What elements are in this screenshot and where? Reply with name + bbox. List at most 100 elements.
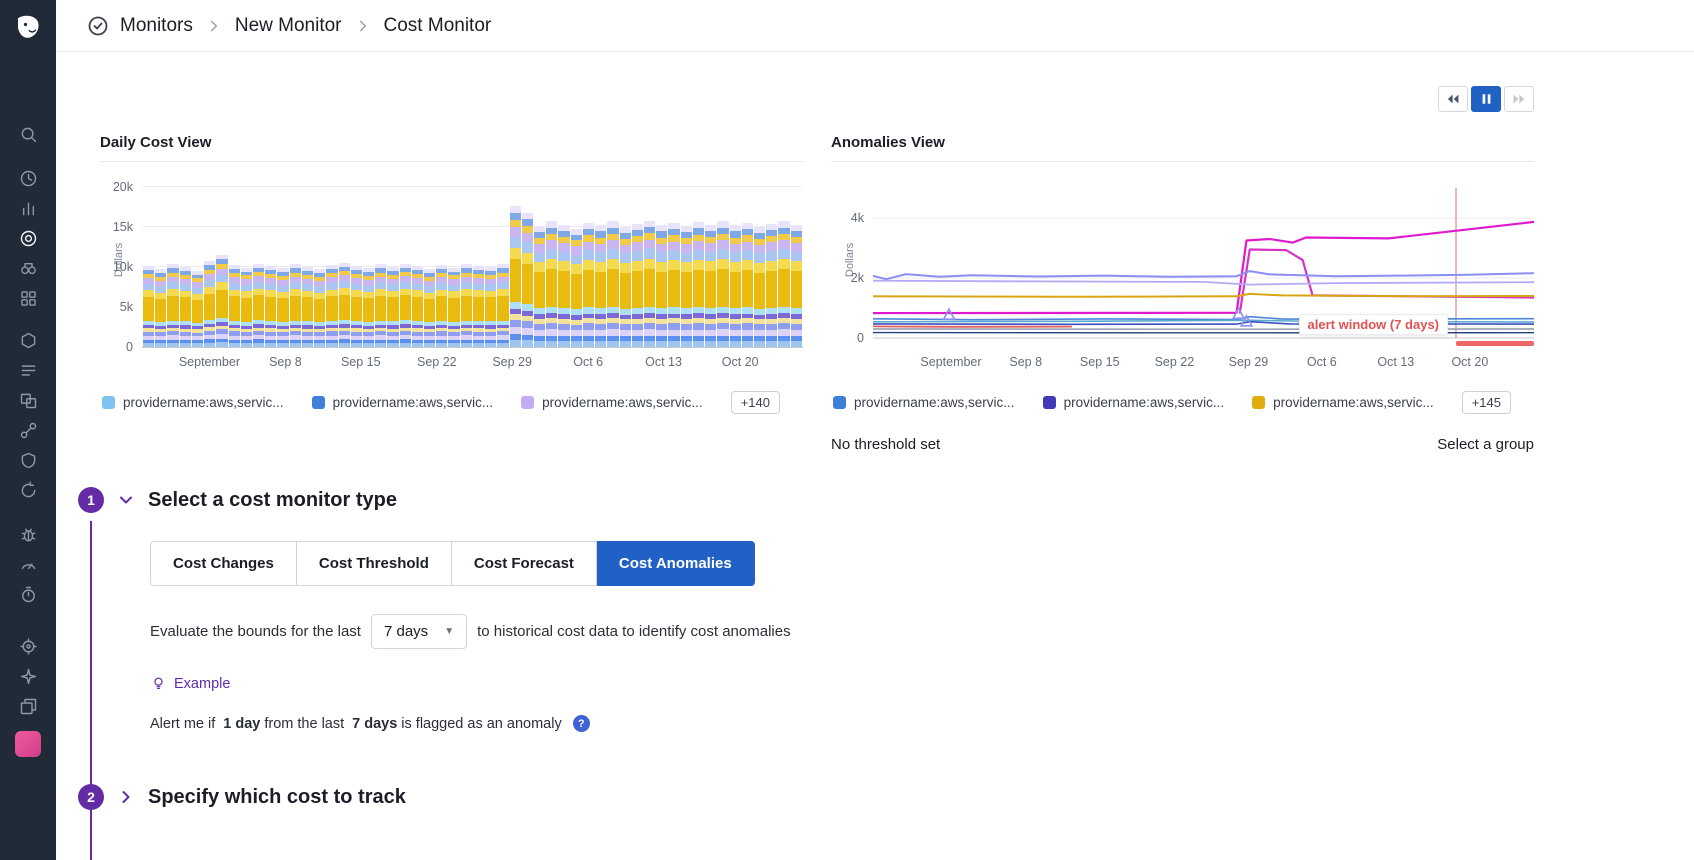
- stacked-bar[interactable]: [791, 225, 802, 347]
- stacked-bar[interactable]: [681, 226, 692, 347]
- stacked-bar[interactable]: [497, 264, 508, 347]
- legend-more-badge[interactable]: +145: [1462, 391, 1511, 414]
- sidebar-item-synthetics[interactable]: [8, 475, 48, 505]
- stacked-bar[interactable]: [363, 268, 374, 347]
- stacked-bar[interactable]: [730, 225, 741, 347]
- stacked-bar[interactable]: [717, 221, 728, 347]
- sidebar-item-logs[interactable]: [8, 355, 48, 385]
- sidebar-item-timers[interactable]: [8, 579, 48, 609]
- sidebar-item-service-map[interactable]: [8, 415, 48, 445]
- fast-forward-button[interactable]: [1504, 86, 1534, 112]
- sidebar-item-apm[interactable]: [8, 385, 48, 415]
- stacked-bar[interactable]: [387, 267, 398, 347]
- stacked-bar[interactable]: [265, 266, 276, 347]
- legend-item[interactable]: providername:aws,servic...: [102, 395, 284, 410]
- stacked-bar[interactable]: [705, 225, 716, 347]
- stacked-bar[interactable]: [314, 269, 325, 347]
- stacked-bar[interactable]: [216, 255, 227, 347]
- stacked-bar[interactable]: [351, 266, 362, 347]
- stacked-bar[interactable]: [742, 223, 753, 347]
- stacked-bar[interactable]: [571, 229, 582, 347]
- tab-cost-anomalies[interactable]: Cost Anomalies: [597, 541, 755, 586]
- rewind-button[interactable]: [1438, 86, 1468, 112]
- stacked-bar[interactable]: [473, 266, 484, 347]
- sidebar-item-ai-assistant[interactable]: [8, 661, 48, 691]
- chevron-right-icon[interactable]: [116, 787, 136, 807]
- stacked-bar[interactable]: [693, 222, 704, 347]
- legend-item[interactable]: providername:aws,servic...: [312, 395, 494, 410]
- chevron-down-icon[interactable]: [116, 490, 136, 510]
- stacked-bar[interactable]: [620, 227, 631, 347]
- stacked-bar[interactable]: [534, 226, 545, 347]
- stacked-bar[interactable]: [436, 265, 447, 347]
- stacked-bar[interactable]: [754, 227, 765, 347]
- sidebar-item-deployments[interactable]: [8, 631, 48, 661]
- stacked-bar[interactable]: [339, 263, 350, 347]
- stacked-bar[interactable]: [644, 221, 655, 347]
- sidebar-item-monitors[interactable]: [8, 223, 48, 253]
- help-question-icon[interactable]: ?: [573, 715, 590, 732]
- breadcrumb-monitors[interactable]: Monitors: [120, 15, 193, 37]
- sidebar-item-security[interactable]: [8, 445, 48, 475]
- breadcrumb-new-monitor[interactable]: New Monitor: [235, 15, 342, 37]
- tab-cost-threshold[interactable]: Cost Threshold: [297, 541, 452, 586]
- stacked-bar[interactable]: [155, 269, 166, 347]
- stacked-bar[interactable]: [595, 225, 606, 347]
- stacked-bar[interactable]: [180, 267, 191, 347]
- stacked-bar[interactable]: [485, 267, 496, 347]
- sidebar-item-user-avatar[interactable]: [15, 731, 41, 757]
- pause-button[interactable]: [1471, 86, 1501, 112]
- stacked-bar[interactable]: [558, 225, 569, 347]
- x-tick-label: Oct 6: [1307, 355, 1337, 369]
- tab-cost-changes[interactable]: Cost Changes: [150, 541, 297, 586]
- sidebar-item-metrics[interactable]: [8, 549, 48, 579]
- stacked-bar[interactable]: [192, 271, 203, 347]
- example-link[interactable]: Example: [150, 675, 230, 692]
- stacked-bar[interactable]: [143, 266, 154, 347]
- sidebar-item-infrastructure[interactable]: [8, 325, 48, 355]
- step-1-header[interactable]: 1 Select a cost monitor type: [78, 487, 1534, 513]
- stacked-bar[interactable]: [241, 268, 252, 348]
- stacked-bar[interactable]: [546, 221, 557, 347]
- datadog-logo-icon[interactable]: [13, 12, 43, 47]
- stacked-bar[interactable]: [229, 265, 240, 347]
- legend-item[interactable]: providername:aws,servic...: [833, 395, 1015, 410]
- stacked-bar[interactable]: [375, 264, 386, 347]
- stacked-bar[interactable]: [204, 261, 215, 347]
- stacked-bar[interactable]: [412, 266, 423, 347]
- stacked-bar[interactable]: [668, 223, 679, 347]
- sidebar-item-dashboards[interactable]: [8, 193, 48, 223]
- sidebar-item-error-tracking[interactable]: [8, 519, 48, 549]
- legend-item[interactable]: providername:aws,servic...: [1252, 395, 1434, 410]
- sidebar-item-workspaces[interactable]: [8, 691, 48, 721]
- tab-cost-forecast[interactable]: Cost Forecast: [452, 541, 597, 586]
- stacked-bar[interactable]: [400, 264, 411, 347]
- stacked-bar[interactable]: [510, 206, 521, 348]
- evaluate-window-dropdown[interactable]: 7 days ▼: [371, 614, 467, 649]
- stacked-bar[interactable]: [302, 267, 313, 347]
- step-2-header[interactable]: 2 Specify which cost to track: [78, 784, 1534, 810]
- stacked-bar[interactable]: [448, 268, 459, 348]
- stacked-bar[interactable]: [656, 225, 667, 347]
- stacked-bar[interactable]: [290, 264, 301, 347]
- stacked-bar[interactable]: [326, 265, 337, 347]
- sidebar-item-watchdog[interactable]: [8, 253, 48, 283]
- sidebar-item-search[interactable]: [8, 119, 48, 149]
- stacked-bar[interactable]: [461, 264, 472, 347]
- stacked-bar[interactable]: [253, 264, 264, 347]
- stacked-bar[interactable]: [778, 221, 789, 347]
- select-group-control[interactable]: Select a group: [1437, 436, 1534, 453]
- stacked-bar[interactable]: [522, 213, 533, 347]
- stacked-bar[interactable]: [766, 224, 777, 347]
- stacked-bar[interactable]: [632, 224, 643, 347]
- stacked-bar[interactable]: [424, 269, 435, 347]
- stacked-bar[interactable]: [167, 264, 178, 347]
- stacked-bar[interactable]: [277, 268, 288, 347]
- sidebar-item-integrations[interactable]: [8, 283, 48, 313]
- sidebar-item-history[interactable]: [8, 163, 48, 193]
- stacked-bar[interactable]: [607, 221, 618, 347]
- legend-more-badge[interactable]: +140: [731, 391, 780, 414]
- legend-item[interactable]: providername:aws,servic...: [521, 395, 703, 410]
- legend-item[interactable]: providername:aws,servic...: [1043, 395, 1225, 410]
- stacked-bar[interactable]: [583, 223, 594, 347]
